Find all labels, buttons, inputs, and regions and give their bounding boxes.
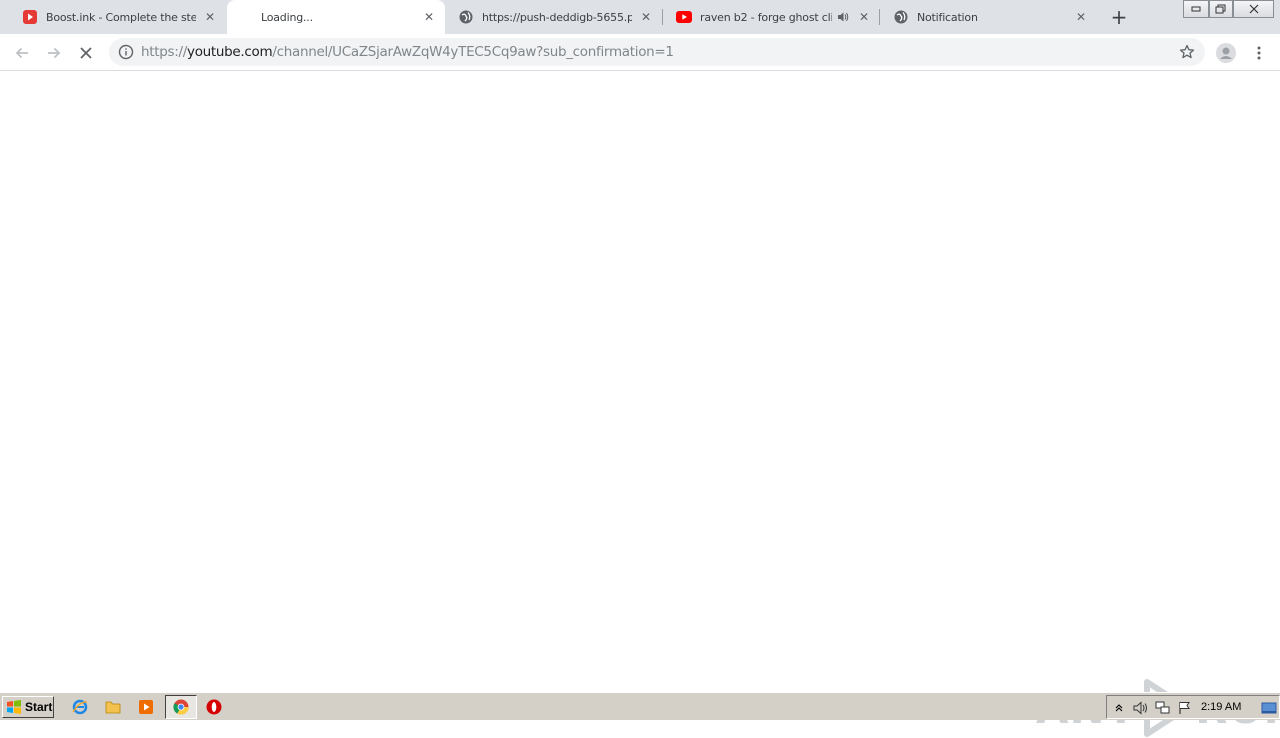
action-center-flag-icon[interactable] [1177, 700, 1193, 716]
system-tray: 2:19 AM [1106, 695, 1280, 719]
internet-explorer-icon[interactable] [71, 698, 89, 716]
stop-x-icon [80, 47, 92, 59]
tab-title: Boost.ink - Complete the steps t [46, 10, 196, 24]
browser-toolbar: https://youtube.com/channel/UCaZSjarAwZq… [0, 34, 1280, 71]
close-tab-icon[interactable]: ✕ [856, 9, 872, 25]
profile-button[interactable] [1214, 41, 1238, 65]
url-text[interactable]: https://youtube.com/channel/UCaZSjarAwZq… [141, 44, 674, 60]
tab-push-notification-site[interactable]: https://push-deddigb-5655.push ✕ [444, 0, 662, 34]
close-tab-icon[interactable]: ✕ [421, 9, 437, 25]
close-window-icon [1249, 4, 1258, 14]
kebab-menu-icon [1257, 46, 1261, 60]
forward-button[interactable] [42, 41, 66, 65]
close-window-button[interactable] [1233, 0, 1274, 18]
tab-notification[interactable]: Notification ✕ [879, 0, 1097, 34]
browser-menu-button[interactable] [1247, 41, 1271, 65]
globe-icon [458, 9, 474, 25]
file-explorer-icon[interactable] [104, 698, 122, 716]
back-button[interactable] [10, 41, 34, 65]
taskbar: Start 2:19 AM [0, 692, 1280, 720]
media-player-icon[interactable] [137, 698, 155, 716]
minimize-button[interactable] [1183, 0, 1209, 18]
arrow-right-icon [48, 47, 61, 59]
start-label: Start [25, 700, 53, 714]
globe-icon [893, 9, 909, 25]
close-tab-icon[interactable]: ✕ [202, 9, 218, 25]
windows-logo-icon [7, 700, 21, 714]
restore-icon [1215, 4, 1226, 14]
chrome-icon [173, 699, 189, 715]
tab-title: https://push-deddigb-5655.push [482, 10, 632, 24]
url-host: youtube.com [187, 44, 273, 60]
boost-ink-icon [22, 9, 38, 25]
arrow-left-icon [15, 47, 28, 59]
start-button[interactable]: Start [2, 696, 54, 718]
url-scheme: https:// [141, 44, 187, 60]
bookmark-star-icon[interactable] [1179, 44, 1195, 60]
new-tab-button[interactable]: + [1109, 7, 1129, 27]
show-hidden-icons-icon[interactable] [1111, 700, 1127, 716]
page-content: ANY RUN [0, 72, 1280, 737]
stop-loading-button[interactable] [74, 41, 98, 65]
close-tab-icon[interactable]: ✕ [1073, 9, 1089, 25]
address-bar[interactable]: https://youtube.com/channel/UCaZSjarAwZq… [109, 38, 1205, 66]
show-desktop-icon[interactable] [1261, 700, 1277, 716]
chrome-taskbar-button[interactable] [165, 695, 197, 719]
info-icon[interactable] [118, 44, 134, 60]
tab-strip: Boost.ink - Complete the steps t ✕ Loadi… [0, 0, 1280, 34]
restore-button[interactable] [1209, 0, 1233, 18]
url-path: /channel/UCaZSjarAwZqW4yTEC5Cq9aw?sub_co… [272, 44, 674, 60]
network-icon[interactable] [1155, 700, 1171, 716]
youtube-icon [676, 9, 692, 25]
tab-title: raven b2 - forge ghost clien [700, 10, 832, 24]
minimize-icon [1191, 6, 1201, 12]
volume-icon[interactable] [1133, 700, 1149, 716]
tab-boost-ink[interactable]: Boost.ink - Complete the steps t ✕ [8, 0, 226, 34]
opera-icon[interactable] [205, 698, 223, 716]
avatar-icon [1216, 43, 1236, 63]
taskbar-clock[interactable]: 2:19 AM [1201, 701, 1241, 713]
tab-title: Loading... [261, 10, 313, 24]
tab-title: Notification [917, 10, 978, 24]
tab-loading[interactable]: Loading... ✕ [227, 0, 445, 34]
speaker-audio-icon[interactable] [836, 10, 850, 24]
tab-youtube-video[interactable]: raven b2 - forge ghost clien ✕ [662, 0, 880, 34]
close-tab-icon[interactable]: ✕ [638, 9, 654, 25]
